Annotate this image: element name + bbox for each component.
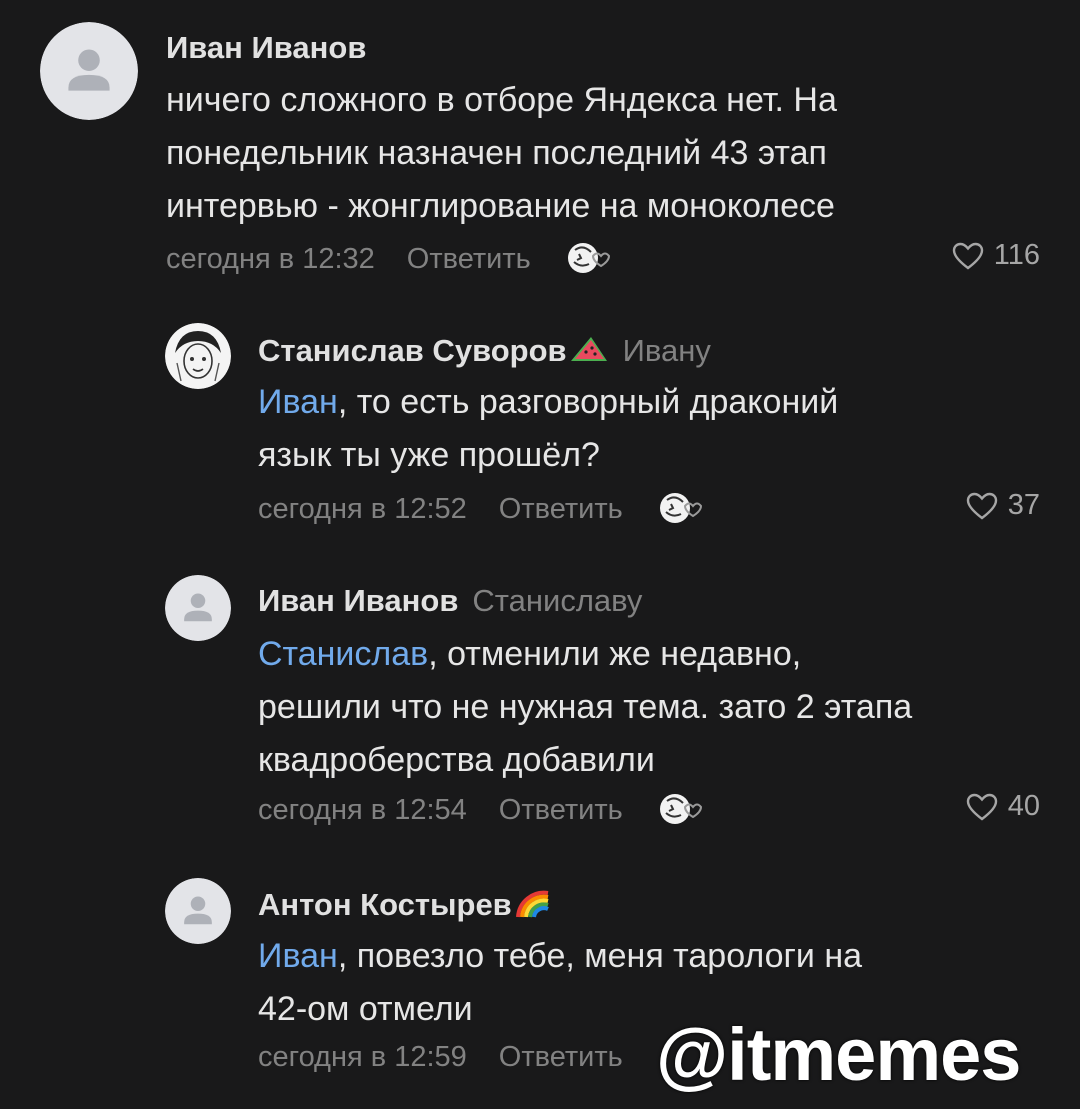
default-user-icon — [165, 575, 231, 641]
heart-icon — [952, 242, 983, 270]
reply-button[interactable]: Ответить — [499, 493, 623, 525]
avatar[interactable] — [165, 878, 231, 944]
comment-text: Иван, то есть разговорный драконий язык … — [258, 383, 839, 474]
watermark: @itmemes — [656, 1013, 1021, 1096]
author-name[interactable]: Иван Иванов — [258, 583, 458, 618]
like-button[interactable]: 37 — [966, 488, 1040, 522]
timestamp[interactable]: сегодня в 12:59 — [258, 1041, 467, 1073]
sketch-portrait-icon — [165, 323, 231, 389]
default-user-icon — [40, 22, 138, 120]
author-name[interactable]: Иван Иванов — [166, 30, 366, 65]
comment-text: Станислав, отменили же недавно, решили ч… — [258, 635, 913, 779]
heart-icon — [966, 492, 997, 520]
reply-button[interactable]: Ответить — [407, 243, 531, 275]
reply-button[interactable]: Ответить — [499, 1041, 623, 1073]
like-count: 37 — [1007, 489, 1040, 521]
rainbow-icon — [514, 889, 550, 927]
reaction-sticker-icon[interactable] — [561, 238, 615, 286]
like-button[interactable]: 40 — [966, 789, 1040, 823]
like-button[interactable]: 116 — [952, 238, 1040, 272]
like-count: 40 — [1007, 790, 1040, 822]
avatar[interactable] — [165, 323, 231, 389]
default-user-icon — [165, 878, 231, 944]
mention-link[interactable]: Станислав — [258, 635, 428, 673]
mention-link[interactable]: Иван — [258, 937, 338, 975]
reaction-sticker-icon[interactable] — [653, 789, 707, 837]
mention-link[interactable]: Иван — [258, 383, 338, 421]
reaction-sticker-icon[interactable] — [653, 488, 707, 536]
timestamp[interactable]: сегодня в 12:32 — [166, 243, 375, 275]
author-name[interactable]: Станислав Суворов — [258, 333, 567, 368]
like-count: 116 — [993, 239, 1040, 271]
author-name[interactable]: Антон Костырев — [258, 887, 512, 922]
avatar[interactable] — [40, 22, 138, 120]
reply-button[interactable]: Ответить — [499, 794, 623, 826]
watermelon-icon — [569, 335, 609, 373]
reply-to[interactable]: Станиславу — [472, 583, 642, 618]
timestamp[interactable]: сегодня в 12:52 — [258, 493, 467, 525]
comment-text: ничего сложного в отборе Яндекса нет. На… — [166, 81, 837, 225]
timestamp[interactable]: сегодня в 12:54 — [258, 794, 467, 826]
heart-icon — [966, 793, 997, 821]
reply-to[interactable]: Ивану — [623, 333, 711, 368]
avatar[interactable] — [165, 575, 231, 641]
